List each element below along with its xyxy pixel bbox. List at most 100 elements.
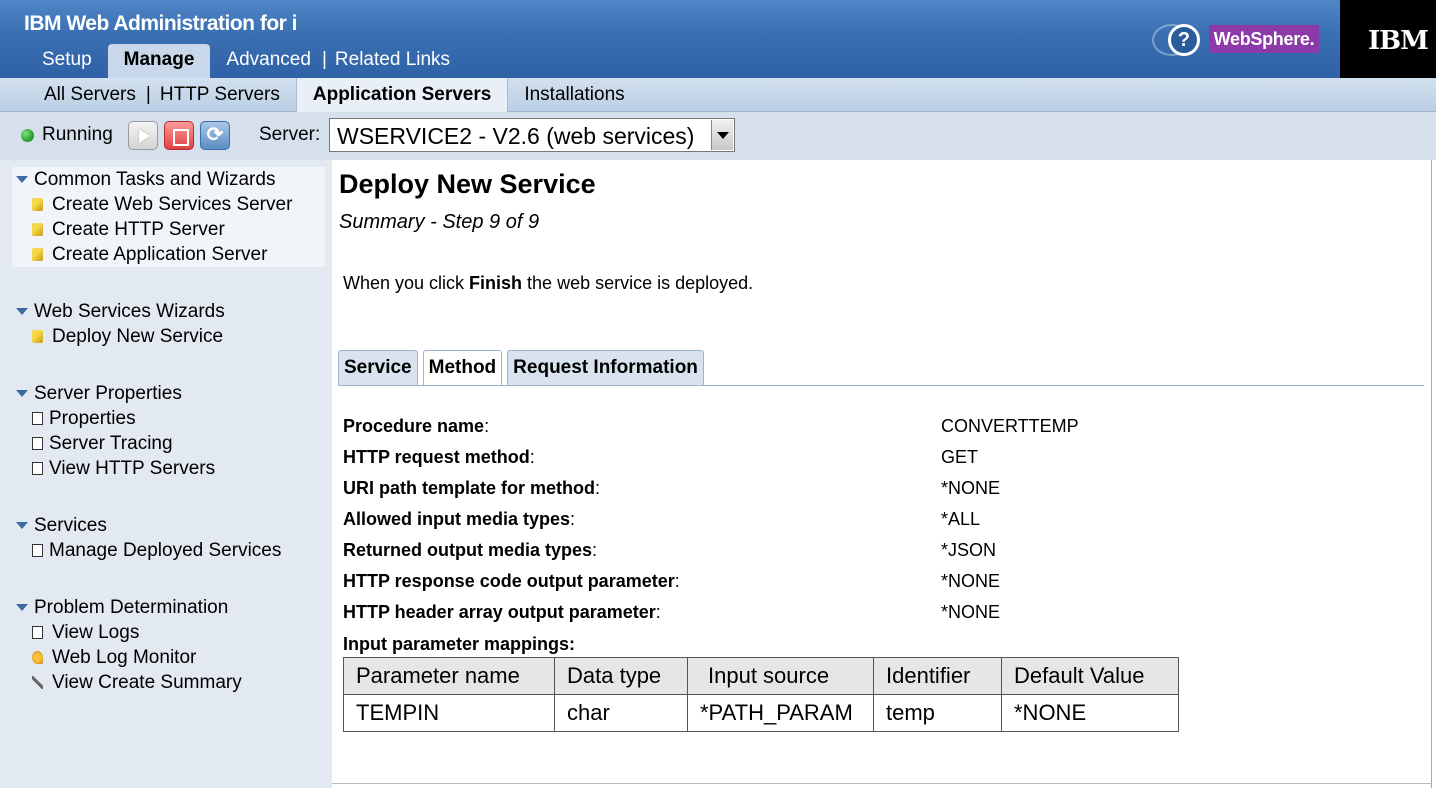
server-status: Running <box>42 124 113 145</box>
nav-group-common-tasks: Common Tasks and Wizards Create Web Serv… <box>12 167 325 267</box>
subnav-all-servers[interactable]: All Servers <box>32 84 151 106</box>
property-row: HTTP response code output parameter: *NO… <box>343 571 1001 591</box>
intro-text: When you click Finish the web service is… <box>343 273 754 293</box>
page-title: Deploy New Service <box>339 169 596 199</box>
nav-group-services: Services Manage Deployed Services <box>12 513 325 563</box>
sidebar-item-view-http-servers[interactable]: View HTTP Servers <box>12 456 325 481</box>
property-row: URI path template for method: *NONE <box>343 478 1001 498</box>
tab-service[interactable]: Service <box>338 350 418 385</box>
ibm-logo: IBM <box>1368 26 1429 56</box>
help-icon[interactable]: ? <box>1168 24 1200 56</box>
sidebar-item-manage-deployed-services[interactable]: Manage Deployed Services <box>12 538 325 563</box>
tab-manage[interactable]: Manage <box>107 44 211 78</box>
sidebar-item-web-log-monitor[interactable]: Web Log Monitor <box>12 645 325 670</box>
tab-advanced[interactable]: Advanced <box>214 49 326 78</box>
table-cell: *NONE <box>1001 694 1179 732</box>
property-value: *ALL <box>941 509 981 529</box>
tab-method[interactable]: Method <box>422 350 503 386</box>
subnav-application-servers[interactable]: Application Servers <box>295 78 509 112</box>
server-select[interactable]: WSERVICE2 - V2.6 (web services) <box>329 118 735 152</box>
collapse-triangle-icon <box>16 522 28 529</box>
sidebar-item-view-create-summary[interactable]: View Create Summary <box>12 670 325 695</box>
nav-group-header[interactable]: Web Services Wizards <box>12 299 325 324</box>
column-header: Default Value <box>1001 657 1179 695</box>
property-label: Procedure name <box>343 416 485 436</box>
wrench-icon <box>32 676 43 689</box>
detail-tabs: Service Method Request Information <box>338 350 709 386</box>
nav-group-header[interactable]: Common Tasks and Wizards <box>12 167 325 192</box>
wizard-icon <box>32 330 43 343</box>
nav-group-header[interactable]: Server Properties <box>12 381 325 406</box>
column-header: Identifier <box>873 657 1002 695</box>
tab-underline <box>338 385 1424 386</box>
sidebar-item-server-tracing[interactable]: Server Tracing <box>12 431 325 456</box>
nav-group-header[interactable]: Problem Determination <box>12 595 325 620</box>
nav-group-web-services-wizards: Web Services Wizards Deploy New Service <box>12 299 325 349</box>
property-row: Returned output media types: *JSON <box>343 540 997 560</box>
property-value: GET <box>941 447 979 467</box>
content-border <box>1431 160 1432 788</box>
table-cell: char <box>554 694 688 732</box>
server-select-value: WSERVICE2 - V2.6 (web services) <box>337 123 695 149</box>
sub-navigation: All Servers HTTP Servers Application Ser… <box>0 78 1436 112</box>
main-tabs: Setup Manage Advanced Related Links <box>30 44 462 78</box>
property-label: URI path template for method <box>343 478 596 498</box>
table-cell: temp <box>873 694 1002 732</box>
column-header: Input source <box>687 657 874 695</box>
sidebar-item-deploy-new-service[interactable]: Deploy New Service <box>12 324 325 349</box>
property-row: HTTP request method: GET <box>343 447 979 467</box>
collapse-triangle-icon <box>16 390 28 397</box>
chevron-down-icon[interactable] <box>711 120 733 150</box>
page-icon <box>32 437 43 450</box>
property-row: Allowed input media types: *ALL <box>343 509 981 529</box>
property-row: HTTP header array output parameter: *NON… <box>343 602 1001 622</box>
start-server-button[interactable] <box>128 121 158 150</box>
input-parameter-mappings-table: Parameter name Data type Input source Id… <box>343 657 1179 732</box>
property-label: Returned output media types <box>343 540 593 560</box>
property-label: HTTP request method <box>343 447 530 467</box>
table-cell: *PATH_PARAM <box>687 694 874 732</box>
refresh-button[interactable]: ⟳ <box>200 121 230 150</box>
sidebar-item-view-logs[interactable]: View Logs <box>12 620 325 645</box>
subnav-http-servers[interactable]: HTTP Servers <box>148 84 292 106</box>
column-header: Parameter name <box>343 657 555 695</box>
tab-setup[interactable]: Setup <box>30 49 104 78</box>
sidebar-item-create-web-services-server[interactable]: Create Web Services Server <box>12 192 325 217</box>
method-properties: Procedure name: CONVERTTEMP HTTP request… <box>343 416 1243 633</box>
page-icon <box>32 544 43 557</box>
collapse-triangle-icon <box>16 176 28 183</box>
page-icon <box>32 626 43 639</box>
property-value: *NONE <box>941 571 1001 591</box>
property-label: HTTP response code output parameter <box>343 571 675 591</box>
wizard-icon <box>32 198 43 211</box>
property-value: *NONE <box>941 602 1001 622</box>
page-icon <box>32 412 43 425</box>
app-title: IBM Web Administration for i <box>24 12 298 35</box>
app-header: IBM Web Administration for i Setup Manag… <box>0 0 1436 78</box>
property-value: *JSON <box>941 540 997 560</box>
property-label: Allowed input media types <box>343 509 571 529</box>
input-mappings-label: Input parameter mappings: <box>343 634 576 654</box>
property-value: CONVERTTEMP <box>941 416 1079 436</box>
tab-request-information[interactable]: Request Information <box>507 350 704 385</box>
nav-group-server-properties: Server Properties Properties Server Trac… <box>12 381 325 481</box>
stop-server-button[interactable] <box>164 121 194 150</box>
sidebar-item-create-application-server[interactable]: Create Application Server <box>12 242 325 267</box>
table-header-row: Parameter name Data type Input source Id… <box>343 657 1179 695</box>
property-value: *NONE <box>941 478 1001 498</box>
sidebar-item-create-http-server[interactable]: Create HTTP Server <box>12 217 325 242</box>
property-label: HTTP header array output parameter <box>343 602 656 622</box>
sidebar-item-properties[interactable]: Properties <box>12 406 325 431</box>
tab-related-links[interactable]: Related Links <box>323 49 462 78</box>
collapse-triangle-icon <box>16 604 28 611</box>
nav-group-header[interactable]: Services <box>12 513 325 538</box>
table-row: TEMPIN char *PATH_PARAM temp *NONE <box>343 694 1179 732</box>
property-row: Procedure name: CONVERTTEMP <box>343 416 1079 436</box>
server-label: Server: <box>259 124 321 145</box>
column-header: Data type <box>554 657 688 695</box>
collapse-triangle-icon <box>16 308 28 315</box>
content-border-bottom <box>332 783 1432 784</box>
table-cell: TEMPIN <box>343 694 555 732</box>
subnav-installations[interactable]: Installations <box>512 84 636 106</box>
wizard-icon <box>32 223 43 236</box>
